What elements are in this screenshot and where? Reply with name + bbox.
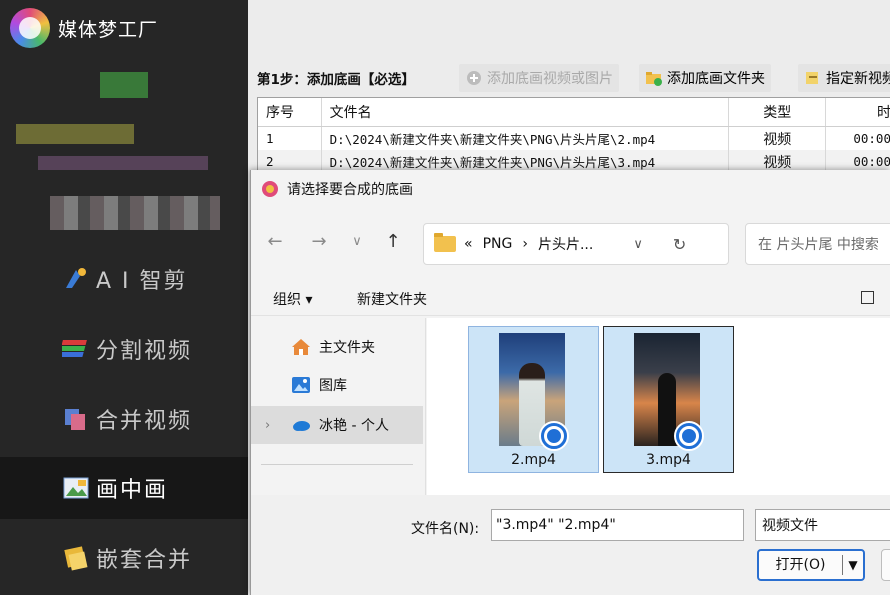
file-list-pane: 2.mp4 3.mp4 (427, 318, 890, 495)
merge-video-icon (65, 409, 85, 430)
add-folder-icon (646, 72, 662, 86)
sidebar-item-label: A I 智剪 (96, 269, 188, 294)
blurred-area (16, 124, 134, 144)
back-arrow-icon[interactable]: ← (265, 232, 285, 252)
app-window: 媒体梦工厂 A I 智剪 分割视频 合并视频 画中画 嵌套合并 第1步：添加底画… (0, 0, 890, 595)
nav-item-label: 冰艳 - 个人 (319, 418, 389, 434)
sidebar-item-label: 嵌套合并 (96, 548, 193, 573)
forward-arrow-icon[interactable]: → (309, 232, 329, 252)
sidebar-item-nested-merge[interactable]: 嵌套合并 (0, 527, 248, 589)
step-label: 第1步：添加底画【必选】 (257, 72, 415, 88)
address-overflow[interactable]: « (464, 236, 473, 252)
nav-item-label: 主文件夹 (319, 340, 375, 356)
address-bar[interactable]: « PNG › 片头片... ∨ ↻ (423, 223, 729, 265)
filetype-select[interactable]: 视频文件 (755, 509, 890, 541)
add-folder-label: 添加底画文件夹 (667, 71, 765, 87)
add-video-or-image-label: 添加底画视频或图片 (487, 71, 613, 87)
nav-item-label: 图库 (319, 378, 347, 394)
open-button-label: 打开(O) (759, 555, 843, 575)
navigation-pane: 主文件夹 图库 › 冰艳 - 个人 (251, 318, 436, 495)
blurred-area (100, 72, 148, 98)
table-row[interactable]: 1 D:\2024\新建文件夹\新建文件夹\PNG\片头片尾\2.mp4 视频 … (258, 127, 890, 150)
sidebar-item-label: 画中画 (96, 478, 169, 503)
specify-new-video-button[interactable]: 指定新视频 (798, 64, 890, 92)
expand-chevron-icon[interactable]: › (265, 418, 270, 433)
video-player-icon (674, 421, 704, 451)
gallery-icon (292, 377, 310, 393)
sidebar-item-label: 分割视频 (96, 339, 193, 364)
divider (261, 464, 413, 465)
nav-item-home[interactable]: 主文件夹 (251, 328, 423, 366)
step-toolbar: 第1步：添加底画【必选】 添加底画视频或图片 添加底画文件夹 指定新视频 (248, 64, 890, 92)
column-header-index[interactable]: 序号 (258, 98, 322, 126)
split-video-icon (62, 340, 87, 357)
row-time: 00:00 (826, 127, 890, 150)
filename-input[interactable]: "3.mp4" "2.mp4" (491, 509, 744, 541)
address-dropdown-chevron-icon[interactable]: ∨ (633, 237, 643, 252)
file-name: 3.mp4 (646, 452, 691, 468)
app-logo-icon (10, 8, 50, 48)
add-video-or-image-button[interactable]: 添加底画视频或图片 (459, 64, 619, 92)
sidebar-item-split-video[interactable]: 分割视频 (0, 318, 248, 380)
folder-icon (434, 233, 456, 252)
search-input[interactable]: 在 片头片尾 中搜索 (745, 223, 890, 265)
row-type: 视频 (729, 127, 827, 150)
file-table: 序号 文件名 类型 时 1 D:\2024\新建文件夹\新建文件夹\PNG\片头… (257, 97, 890, 177)
add-circle-icon (467, 71, 481, 85)
organize-button[interactable]: 组织 ▾ (273, 289, 312, 309)
app-logo-icon (262, 181, 278, 197)
row-filename: D:\2024\新建文件夹\新建文件夹\PNG\片头片尾\2.mp4 (322, 127, 730, 150)
dialog-footer: 文件名(N): "3.mp4" "2.mp4" 视频文件 打开(O) ▼ (251, 495, 890, 595)
home-icon (292, 339, 310, 355)
sidebar-item-label: 合并视频 (96, 409, 193, 434)
dialog-title: 请选择要合成的底画 (287, 182, 413, 198)
breadcrumb-png[interactable]: PNG (483, 236, 513, 252)
sidebar-item-picture-in-picture[interactable]: 画中画 (0, 457, 248, 519)
column-header-type[interactable]: 类型 (729, 98, 827, 126)
sidebar-item-merge-video[interactable]: 合并视频 (0, 388, 248, 450)
refresh-icon[interactable]: ↻ (673, 235, 686, 254)
breadcrumb-separator: › (522, 236, 528, 252)
blurred-area (38, 156, 208, 170)
new-folder-button[interactable]: 新建文件夹 (357, 289, 427, 309)
add-folder-button[interactable]: 添加底画文件夹 (639, 64, 771, 92)
dialog-navbar: ← → ∨ ↑ « PNG › 片头片... ∨ ↻ 在 片头片尾 中搜索 (251, 220, 890, 266)
file-open-dialog: 请选择要合成的底画 ← → ∨ ↑ « PNG › 片头片... ∨ ↻ 在 片… (250, 170, 890, 595)
table-header: 序号 文件名 类型 时 (258, 98, 890, 127)
app-header: 媒体梦工厂 (10, 8, 158, 48)
column-header-time[interactable]: 时 (826, 98, 890, 126)
app-title: 媒体梦工厂 (58, 18, 159, 41)
file-item[interactable]: 2.mp4 (468, 326, 599, 473)
nav-item-onedrive[interactable]: › 冰艳 - 个人 (251, 406, 423, 444)
command-bar: 组织 ▾ 新建文件夹 (251, 280, 890, 316)
ai-cut-icon (66, 268, 86, 288)
dialog-title-bar: 请选择要合成的底画 (251, 170, 890, 208)
specify-icon (806, 72, 818, 84)
up-arrow-icon[interactable]: ↑ (383, 232, 403, 252)
specify-new-label: 指定新视频 (826, 71, 890, 87)
preview-pane-icon[interactable] (861, 291, 874, 304)
column-header-filename[interactable]: 文件名 (322, 98, 730, 126)
nav-item-gallery[interactable]: 图库 (251, 366, 423, 404)
file-item[interactable]: 3.mp4 (603, 326, 734, 473)
open-button[interactable]: 打开(O) ▼ (757, 549, 865, 581)
sidebar: 媒体梦工厂 A I 智剪 分割视频 合并视频 画中画 嵌套合并 (0, 0, 248, 595)
filename-label: 文件名(N): (411, 521, 480, 537)
file-name: 2.mp4 (511, 452, 556, 468)
cancel-button[interactable] (881, 549, 890, 581)
dropdown-arrow-icon[interactable]: ▼ (843, 558, 863, 572)
recent-locations-chevron-icon[interactable]: ∨ (347, 232, 367, 252)
video-player-icon (539, 421, 569, 451)
nested-merge-icon (64, 546, 88, 571)
picture-in-picture-icon (63, 477, 89, 499)
breadcrumb-current[interactable]: 片头片... (538, 234, 593, 254)
sidebar-item-ai-cut[interactable]: A I 智剪 (0, 248, 248, 310)
blurred-area (50, 196, 220, 230)
row-index: 1 (258, 127, 322, 150)
cloud-icon (293, 421, 310, 431)
